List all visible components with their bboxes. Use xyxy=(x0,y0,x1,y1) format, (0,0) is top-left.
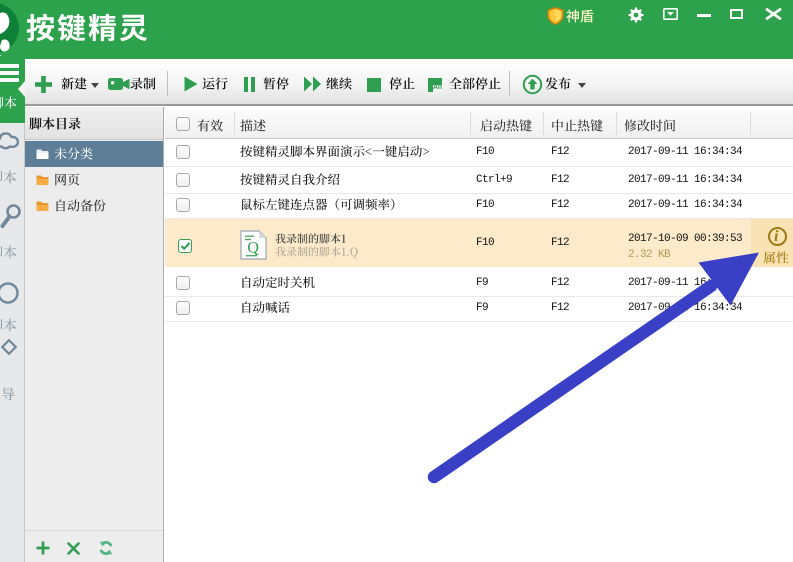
svg-text:Q: Q xyxy=(247,240,259,257)
